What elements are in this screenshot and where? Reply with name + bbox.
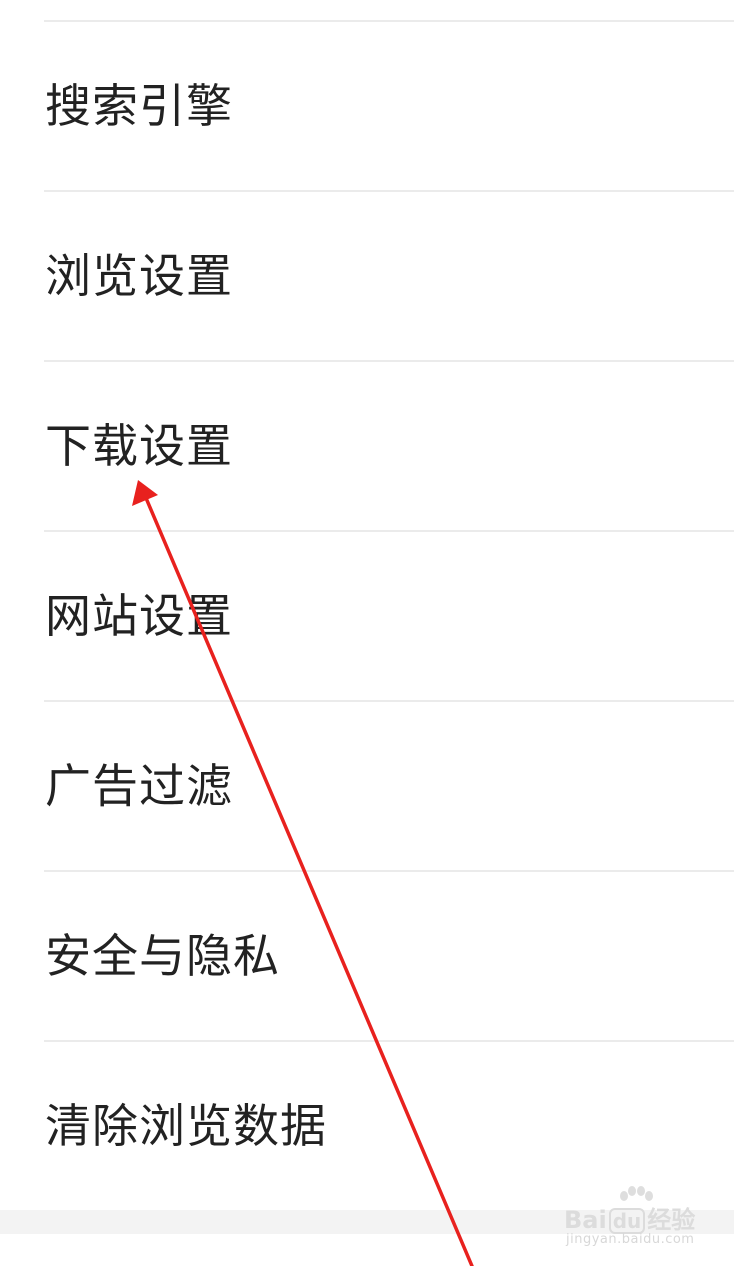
watermark-brand: Bai du 经验 xyxy=(564,1200,695,1235)
watermark-brand-box: du xyxy=(608,1208,646,1234)
watermark-brand-suffix: 经验 xyxy=(647,1206,696,1234)
settings-item-website[interactable]: 网站设置 xyxy=(0,532,734,700)
settings-item-label: 浏览设置 xyxy=(45,249,233,303)
settings-item-download[interactable]: 下载设置 xyxy=(0,362,734,530)
settings-item-label: 搜索引擎 xyxy=(45,79,233,133)
settings-item-browsing[interactable]: 浏览设置 xyxy=(0,192,734,360)
settings-item-ad-filter[interactable]: 广告过滤 xyxy=(0,702,734,870)
settings-item-label: 网站设置 xyxy=(45,589,233,643)
watermark-logo: Bai du 经验 jingyan.baidu.com xyxy=(560,1186,730,1250)
settings-item-label: 下载设置 xyxy=(45,419,233,473)
settings-item-label: 广告过滤 xyxy=(45,759,233,813)
watermark-brand-prefix: Bai xyxy=(564,1206,607,1234)
settings-item-label: 安全与隐私 xyxy=(45,929,280,983)
watermark-subtext: jingyan.baidu.com xyxy=(566,1232,695,1247)
settings-item-search-engine[interactable]: 搜索引擎 xyxy=(0,22,734,190)
settings-item-clear-data[interactable]: 清除浏览数据 xyxy=(0,1042,734,1210)
settings-item-security-privacy[interactable]: 安全与隐私 xyxy=(0,872,734,1040)
settings-item-label: 清除浏览数据 xyxy=(45,1099,327,1153)
